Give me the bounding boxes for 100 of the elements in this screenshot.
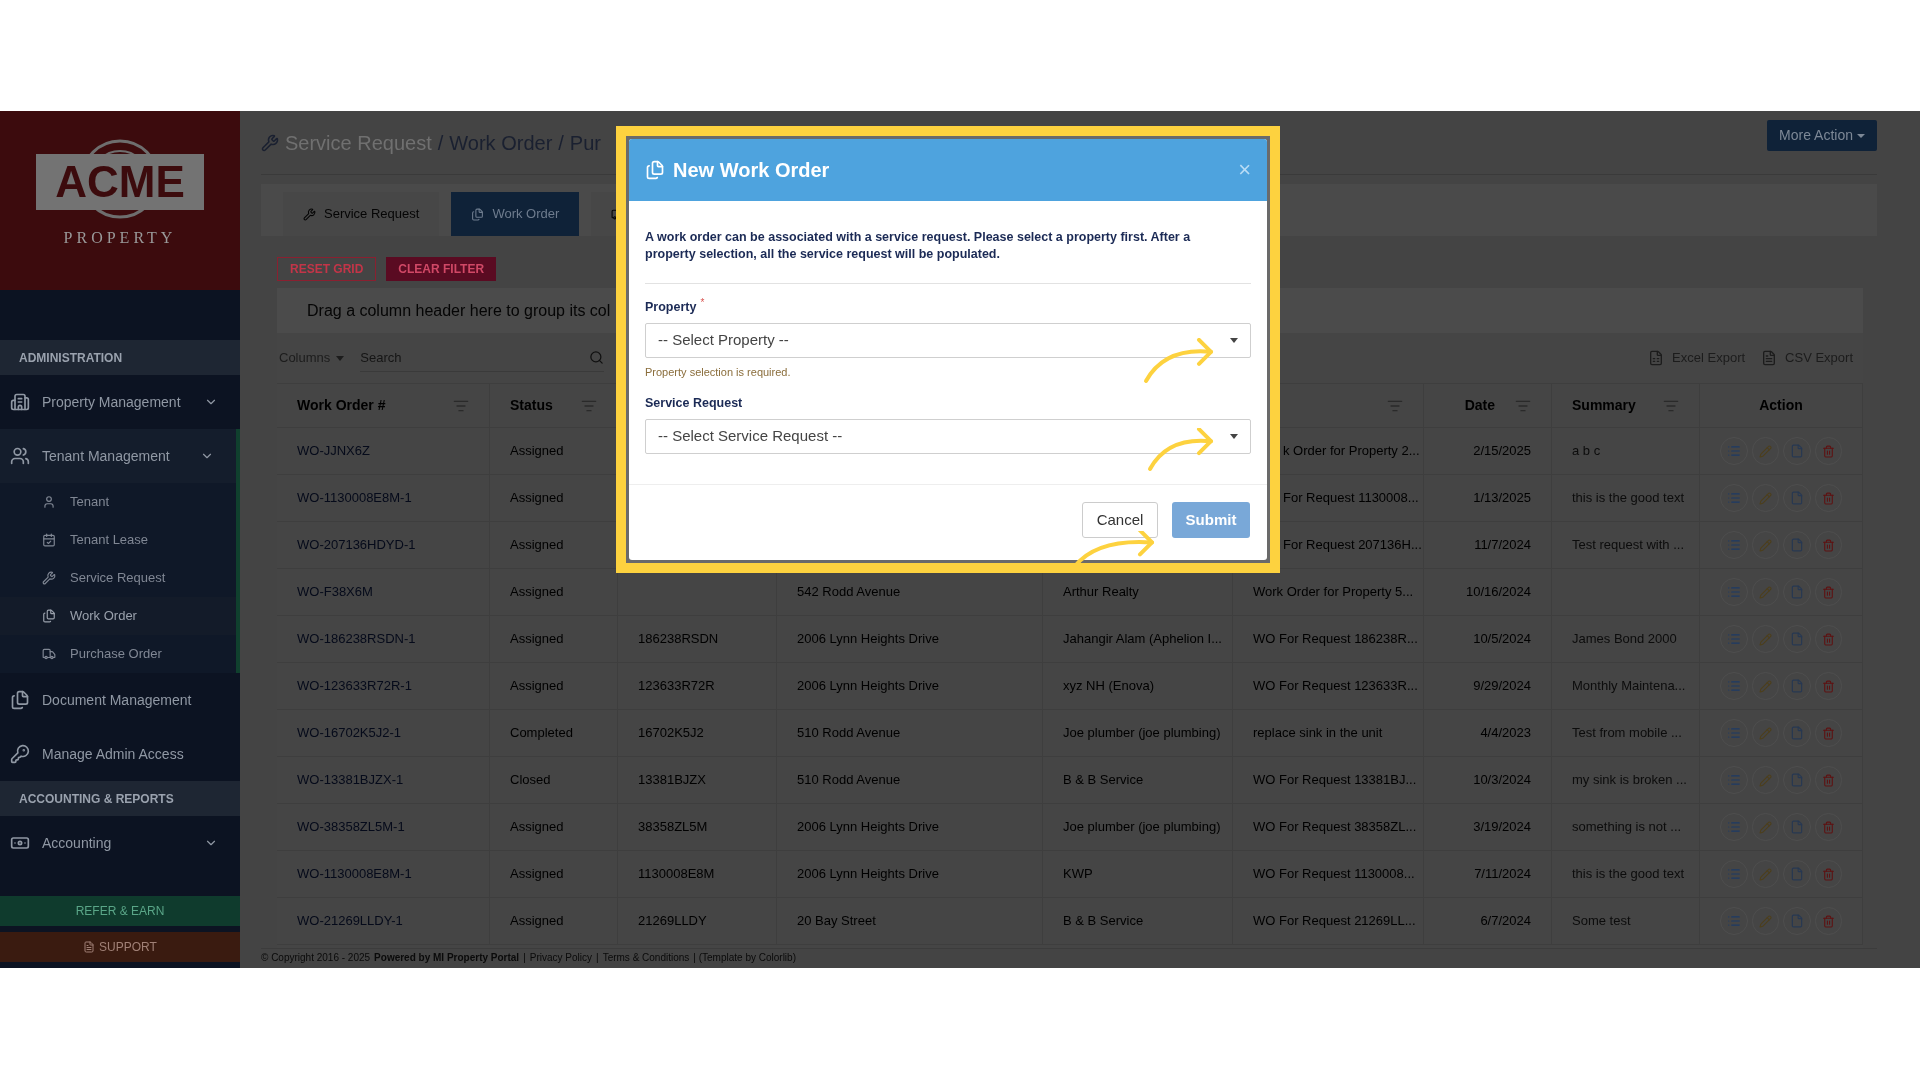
work-order-link[interactable]: WO-123633R72R-1: [297, 676, 412, 696]
table-cell-text: Assigned: [510, 630, 564, 649]
dialog-description: A work order can be associated with a service request. Please select a property first. After a property selection, all the service request will be populated.: [645, 229, 1192, 263]
file-icon: [1789, 538, 1804, 552]
pencil-icon: [1758, 491, 1772, 505]
files-icon: [645, 160, 665, 180]
table-cell-text: 1130008E8M: [638, 865, 715, 884]
table-cell-text: Monthly Maintena...: [1572, 677, 1686, 696]
list-icon: [1726, 914, 1741, 928]
table-cell-text: 510 Rodd Avenue: [797, 724, 901, 743]
footer-text: |: [596, 951, 599, 965]
work-order-link[interactable]: WO-207136HDYD-1: [297, 535, 416, 555]
curved-arrow: [1143, 338, 1215, 384]
section-heading: ACCOUNTING & REPORTS: [0, 781, 240, 816]
work-order-link[interactable]: WO-1130008E8M-1: [297, 864, 412, 884]
column-header[interactable]: Date: [1424, 384, 1552, 427]
table-cell-text: Test request with ...: [1572, 536, 1684, 555]
trash-icon: [1821, 726, 1835, 740]
work-order-link[interactable]: WO-JJNX6Z: [297, 441, 370, 461]
more-action-button[interactable]: More Action: [1767, 120, 1877, 151]
file-icon: [1789, 726, 1804, 740]
logo-tagline: PROPERTY: [63, 227, 177, 248]
footer-link[interactable]: Terms & Conditions: [602, 950, 690, 965]
table-cell-text: WO For Request 13381BJ...: [1253, 771, 1417, 790]
caret-icon: [1857, 133, 1865, 138]
support-button[interactable]: SUPPORT: [0, 932, 240, 962]
dialog-title: New Work Order: [673, 158, 831, 183]
column-header[interactable]: Work Order #: [277, 384, 490, 427]
work-order-link[interactable]: WO-1130008E8M-1: [297, 488, 412, 508]
wrench-icon: [303, 207, 316, 221]
close-button[interactable]: ×: [1238, 159, 1251, 181]
submenu-item[interactable]: Work Order: [0, 597, 236, 635]
group-hint: Drag a column header here to group its col: [307, 300, 611, 321]
tab[interactable]: Work Order: [451, 192, 580, 236]
pencil-icon: [1758, 820, 1772, 834]
submenu-item[interactable]: Tenant Lease: [0, 521, 236, 559]
table-cell-text: 9/29/2024: [1473, 677, 1531, 696]
work-order-link[interactable]: WO-21269LLDY-1: [297, 911, 403, 931]
submenu-icon: [42, 495, 56, 509]
breadcrumb-separator: /: [558, 130, 564, 156]
table-cell-text: 10/5/2024: [1473, 630, 1531, 649]
table-cell-text: For Request 1130008...: [1283, 489, 1419, 508]
pencil-icon: [1758, 726, 1772, 740]
logo-wordmark: ACME: [36, 153, 204, 210]
trash-icon: [1821, 773, 1835, 787]
table-cell-text: 2006 Lynn Heights Drive: [797, 677, 939, 696]
sidebar-item[interactable]: Document Management: [0, 673, 240, 727]
trash-icon: [1821, 585, 1835, 599]
column-header[interactable]: Action: [1700, 384, 1863, 427]
table-cell-text: For Request 207136H...: [1283, 536, 1422, 555]
error-message: Property selection is required.: [645, 364, 792, 380]
sidebar-item[interactable]: Tenant Management: [0, 429, 236, 483]
file-icon: [1789, 867, 1804, 881]
work-order-link[interactable]: WO-16702K5J2-1: [297, 723, 402, 743]
column-header[interactable]: Summary: [1552, 384, 1700, 427]
table-cell-text: k Order for Property 2...: [1283, 442, 1420, 461]
field-label: Service Request: [645, 395, 743, 413]
table-cell-text: 10/16/2024: [1465, 583, 1531, 602]
table-cell-text: Assigned: [510, 489, 564, 508]
table-cell-text: B & B Service: [1063, 771, 1144, 790]
pencil-icon: [1758, 585, 1772, 599]
search-icon: [589, 350, 605, 365]
table-cell-text: Assigned: [510, 865, 564, 884]
spreadsheet-icon: [1648, 350, 1665, 366]
list-icon: [1726, 773, 1741, 787]
table-cell-text: 3/19/2024: [1473, 818, 1531, 837]
work-order-link[interactable]: WO-13381BJZX-1: [297, 770, 404, 790]
submenu-item[interactable]: Tenant: [0, 483, 236, 521]
submenu-item[interactable]: Service Request: [0, 559, 236, 597]
reset-grid-button[interactable]: RESET GRID: [277, 257, 377, 281]
sidebar-item[interactable]: Accounting: [0, 816, 240, 870]
list-icon: [1726, 726, 1741, 740]
work-order-link[interactable]: WO-186238RSDN-1: [297, 629, 416, 649]
select-field[interactable]: -- Select Service Request --: [645, 419, 1251, 454]
table-cell-text: 2006 Lynn Heights Drive: [797, 865, 939, 884]
table-cell-text: 38358ZL5M: [638, 818, 708, 837]
table-cell-text: Some test: [1572, 912, 1631, 931]
section-heading: ADMINISTRATION: [0, 340, 240, 375]
submenu-item[interactable]: Purchase Order: [0, 635, 236, 673]
table-cell-text: 20 Bay Street: [797, 912, 876, 931]
sidebar-item[interactable]: Property Management: [0, 375, 240, 429]
table-cell-text: KWP: [1063, 865, 1093, 884]
sidebar-item[interactable]: Manage Admin Access: [0, 727, 240, 781]
work-order-link[interactable]: WO-F38X6M: [297, 582, 373, 602]
submit-button[interactable]: Submit: [1172, 502, 1250, 538]
list-icon: [1726, 491, 1741, 505]
table-cell-text: Assigned: [510, 583, 564, 602]
footer-link[interactable]: Privacy Policy: [529, 950, 592, 965]
trash-icon: [1821, 538, 1835, 552]
file-icon: [1789, 491, 1804, 505]
work-order-link[interactable]: WO-38358ZL5M-1: [297, 817, 405, 837]
cancel-button[interactable]: Cancel: [1082, 502, 1158, 538]
table-cell-text: 7/11/2024: [1474, 865, 1531, 884]
menu-icon: [10, 744, 30, 764]
select-field[interactable]: -- Select Property --: [645, 322, 1251, 358]
clear-filter-button[interactable]: CLEAR FILTER: [386, 257, 497, 281]
files-icon: [471, 207, 485, 221]
caret-icon: [1230, 434, 1238, 439]
refer-button[interactable]: REFER & EARN: [0, 896, 240, 926]
trash-icon: [1821, 632, 1835, 646]
